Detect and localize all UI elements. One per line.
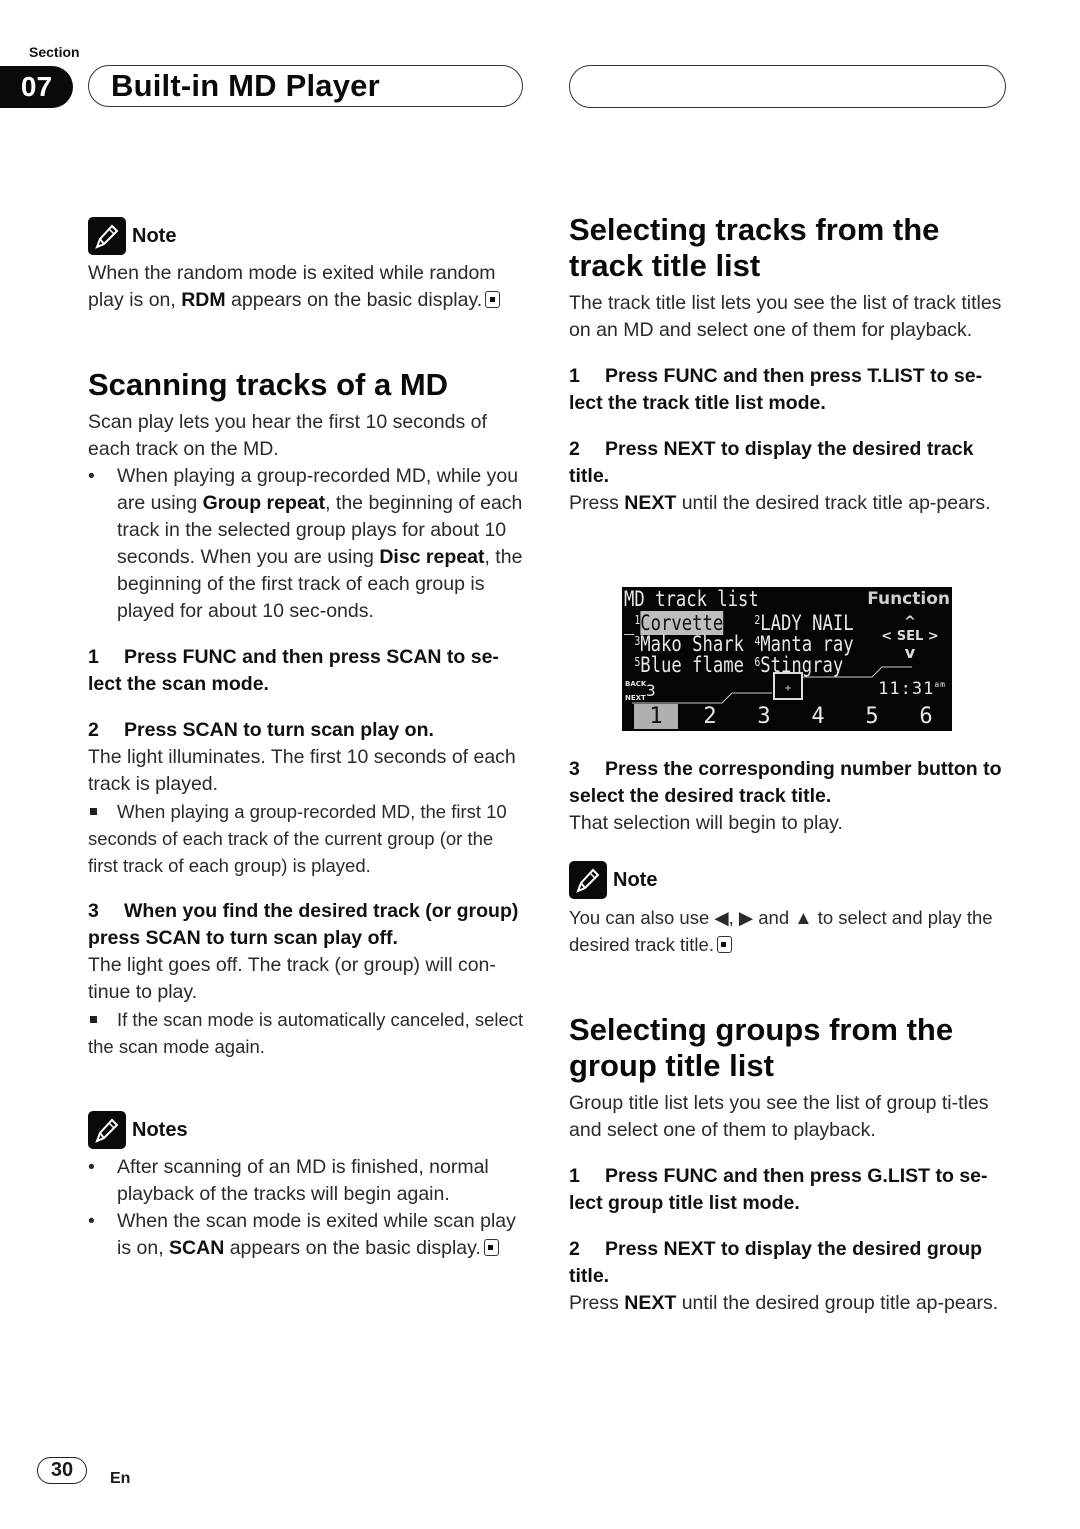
chevron-up-icon: ^ — [904, 614, 916, 630]
display-title: MD track list — [624, 587, 759, 611]
intro-paragraph: Scan play lets you hear the first 10 sec… — [88, 411, 487, 460]
number-button-6: 6 — [919, 704, 933, 729]
step-3: 3 Press the corresponding number button t… — [569, 758, 1002, 807]
number-button-5: 5 — [865, 704, 879, 729]
step-2: 2 Press SCAN to turn scan play on. — [88, 719, 434, 741]
group-list-section: Selecting groups from the group title li… — [569, 1012, 1009, 1317]
step-2-subnote: When playing a group-recorded MD, the fi… — [88, 801, 507, 876]
step-1: 1 Press FUNC and then press SCAN to se-le… — [88, 646, 499, 695]
chapter-title-box: Built-in MD Player — [88, 65, 523, 107]
number-button-2: 2 — [703, 704, 717, 729]
section-heading: Scanning tracks of a MD — [88, 367, 449, 402]
section-label: Section — [29, 44, 80, 60]
step-2: 2 Press NEXT to display the desired group… — [569, 1238, 983, 1287]
end-mark-icon — [483, 1239, 499, 1256]
pencil-note-icon — [88, 1111, 126, 1149]
bullet-item: • When playing a group-recorded MD, whil… — [88, 465, 523, 622]
chevron-right-icon: > — [927, 629, 939, 644]
notes-block-scan: Notes • After scanning of an MD is finish… — [88, 1111, 528, 1262]
number-button-4: 4 — [811, 704, 825, 729]
pencil-note-icon — [569, 861, 607, 899]
step-1: 1 Press FUNC and then press T.LIST to se-… — [569, 365, 983, 414]
page-indicator: 3 — [646, 681, 656, 700]
section-heading: Selecting tracks from the track title li… — [569, 212, 940, 283]
number-button-1: 1 — [634, 704, 678, 729]
step-3-subnote: If the scan mode is automatically cancel… — [88, 1009, 524, 1057]
step-1: 1 Press FUNC and then press G.LIST to se-… — [569, 1165, 988, 1214]
chevron-left-icon: < — [881, 629, 893, 644]
note-text: When the random mode is exited while ran… — [88, 260, 528, 314]
square-bullet-icon — [90, 808, 97, 816]
end-mark-icon — [716, 936, 732, 953]
empty-header-box — [569, 65, 1006, 108]
note-block-random: Note When the random mode is exited whil… — [88, 217, 528, 314]
step-2-body: Press NEXT until the desired track title… — [569, 492, 991, 514]
number-buttons: 1 2 3 4 5 6 — [634, 704, 948, 729]
md-track-list-display: MD track list Function _1Corvette 2LADY … — [622, 587, 952, 731]
note-block-arrows: Note You can also use ◀, ▶ and ▲ to sele… — [569, 861, 1009, 958]
number-button-3: 3 — [757, 704, 771, 729]
end-mark-icon — [485, 291, 501, 308]
notes-item: • When the scan mode is exited while sca… — [88, 1210, 516, 1259]
step-2-body: The light illuminates. The first 10 seco… — [88, 746, 516, 795]
intro-paragraph: Group title list lets you see the list o… — [569, 1092, 989, 1141]
page-number: 30 — [37, 1457, 87, 1484]
scanning-section: Scanning tracks of a MD Scan play lets y… — [88, 367, 528, 1060]
note-text: You can also use ◀, ▶ and ▲ to select an… — [569, 907, 993, 955]
step-3-body: That selection will begin to play. — [569, 812, 843, 834]
step-3: 3 When you find the desired track (or gro… — [88, 900, 519, 949]
track-list-section: Selecting tracks from the track title li… — [569, 212, 1009, 517]
clock: 11:31am — [878, 679, 946, 699]
sel-control: ^ < SEL > v — [870, 615, 950, 661]
intro-paragraph: The track title list lets you see the li… — [569, 292, 1002, 341]
function-label: Function — [867, 589, 950, 609]
pencil-note-icon — [88, 217, 126, 255]
step-3-body: The light goes off. The track (or group)… — [88, 954, 496, 1003]
track-step-3: 3 Press the corresponding number button t… — [569, 756, 1009, 837]
step-2-body: Press NEXT until the desired group title… — [569, 1292, 999, 1314]
section-heading: Selecting groups from the group title li… — [569, 1012, 954, 1083]
svg-text:+: + — [785, 683, 791, 694]
chevron-down-icon: v — [904, 643, 916, 662]
language-label: En — [110, 1470, 131, 1487]
next-label: NEXT — [625, 694, 646, 702]
notes-title: Notes — [132, 1118, 188, 1141]
square-bullet-icon — [90, 1016, 97, 1024]
note-title: Note — [613, 868, 658, 891]
step-2: 2 Press NEXT to display the desired track… — [569, 438, 974, 487]
note-title: Note — [132, 224, 177, 247]
section-number-badge: 07 — [0, 66, 73, 108]
chapter-title: Built-in MD Player — [111, 68, 380, 103]
notes-item: • After scanning of an MD is finished, no… — [88, 1156, 489, 1205]
back-label: BACK — [625, 680, 647, 688]
sel-label: SEL — [896, 629, 924, 644]
